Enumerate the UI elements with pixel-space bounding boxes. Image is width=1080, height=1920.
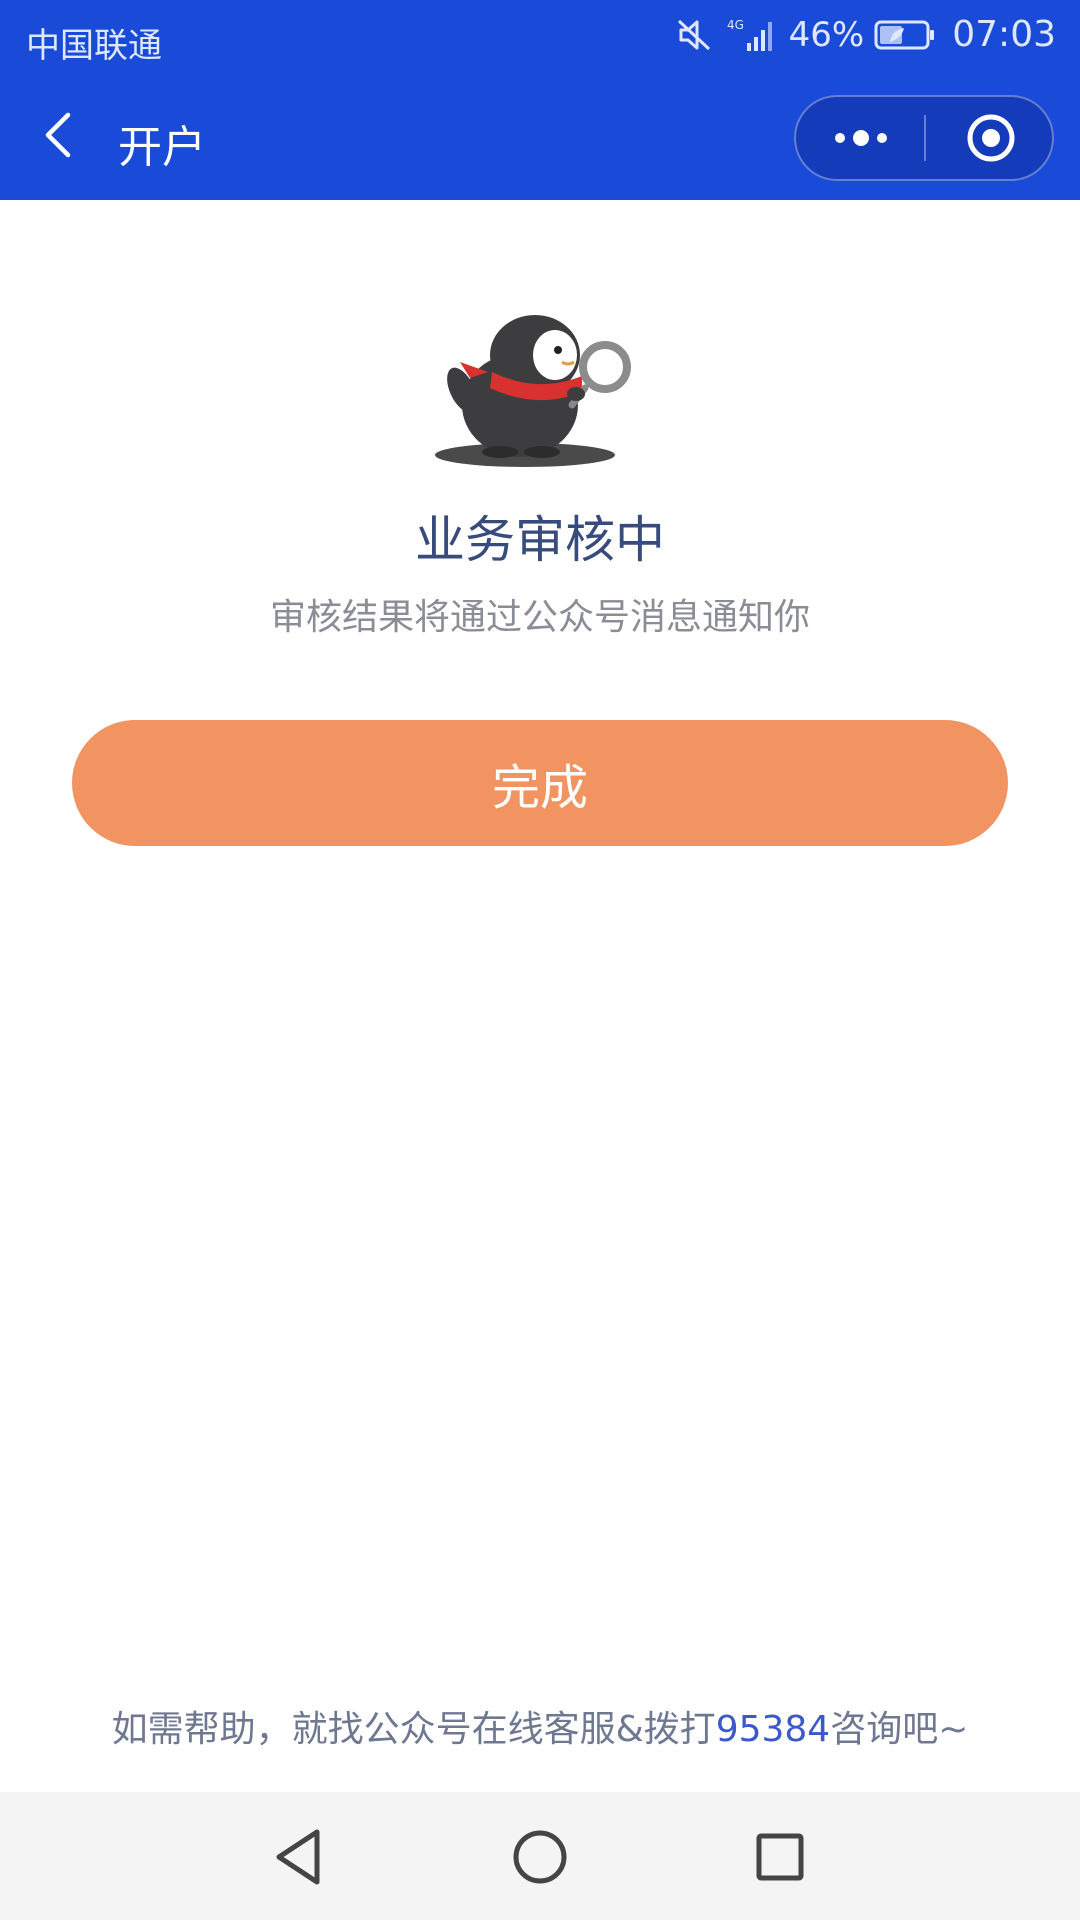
- status-bar: 中国联通 4G 46% 07:03: [0, 0, 1080, 75]
- close-mini-program-button[interactable]: [946, 97, 1036, 179]
- nav-bar: 开户: [0, 75, 1080, 200]
- done-button[interactable]: 完成: [72, 720, 1008, 846]
- circle-home-icon: [513, 1830, 567, 1884]
- mute-icon: [675, 15, 715, 55]
- mini-program-capsule: [794, 95, 1054, 181]
- carrier-name: 中国联通: [26, 26, 162, 66]
- triangle-back-icon: [276, 1829, 320, 1885]
- capsule-divider: [924, 115, 926, 161]
- status-title: 业务审核中: [415, 511, 665, 569]
- more-dots-icon: [835, 130, 887, 146]
- more-button[interactable]: [816, 97, 906, 179]
- square-recents-icon: [756, 1833, 804, 1881]
- battery-icon: [874, 18, 936, 52]
- system-navigation-bar: [0, 1792, 1080, 1920]
- phone-number-link[interactable]: 95384: [716, 1709, 831, 1750]
- signal-4g-icon: 4G: [725, 15, 777, 55]
- status-icons: 4G 46% 07:03: [675, 14, 1056, 55]
- help-suffix: 咨询吧~: [830, 1709, 969, 1750]
- system-home-button[interactable]: [505, 1822, 575, 1892]
- system-recent-apps-button[interactable]: [745, 1822, 815, 1892]
- system-back-button[interactable]: [265, 1822, 335, 1892]
- clock: 07:03: [952, 14, 1056, 55]
- target-circle-icon: [967, 114, 1015, 162]
- chevron-left-icon: [45, 112, 71, 158]
- screen: 中国联通 4G 46% 07:03 开户 业务审核中 审核结果将通过公众号消息通…: [0, 0, 1080, 1920]
- svg-text:4G: 4G: [727, 18, 744, 32]
- page-title: 开户: [118, 122, 206, 173]
- header: 中国联通 4G 46% 07:03 开户: [0, 0, 1080, 200]
- battery-percent: 46%: [788, 14, 865, 55]
- back-button[interactable]: [36, 105, 86, 165]
- help-text: 如需帮助，就找公众号在线客服&拨打95384咨询吧~: [0, 1700, 1080, 1752]
- help-prefix: 如需帮助，就找公众号在线客服&拨打: [111, 1709, 716, 1750]
- status-subtitle: 审核结果将通过公众号消息通知你: [269, 597, 810, 638]
- penguin-mascot-illustration: [430, 310, 650, 475]
